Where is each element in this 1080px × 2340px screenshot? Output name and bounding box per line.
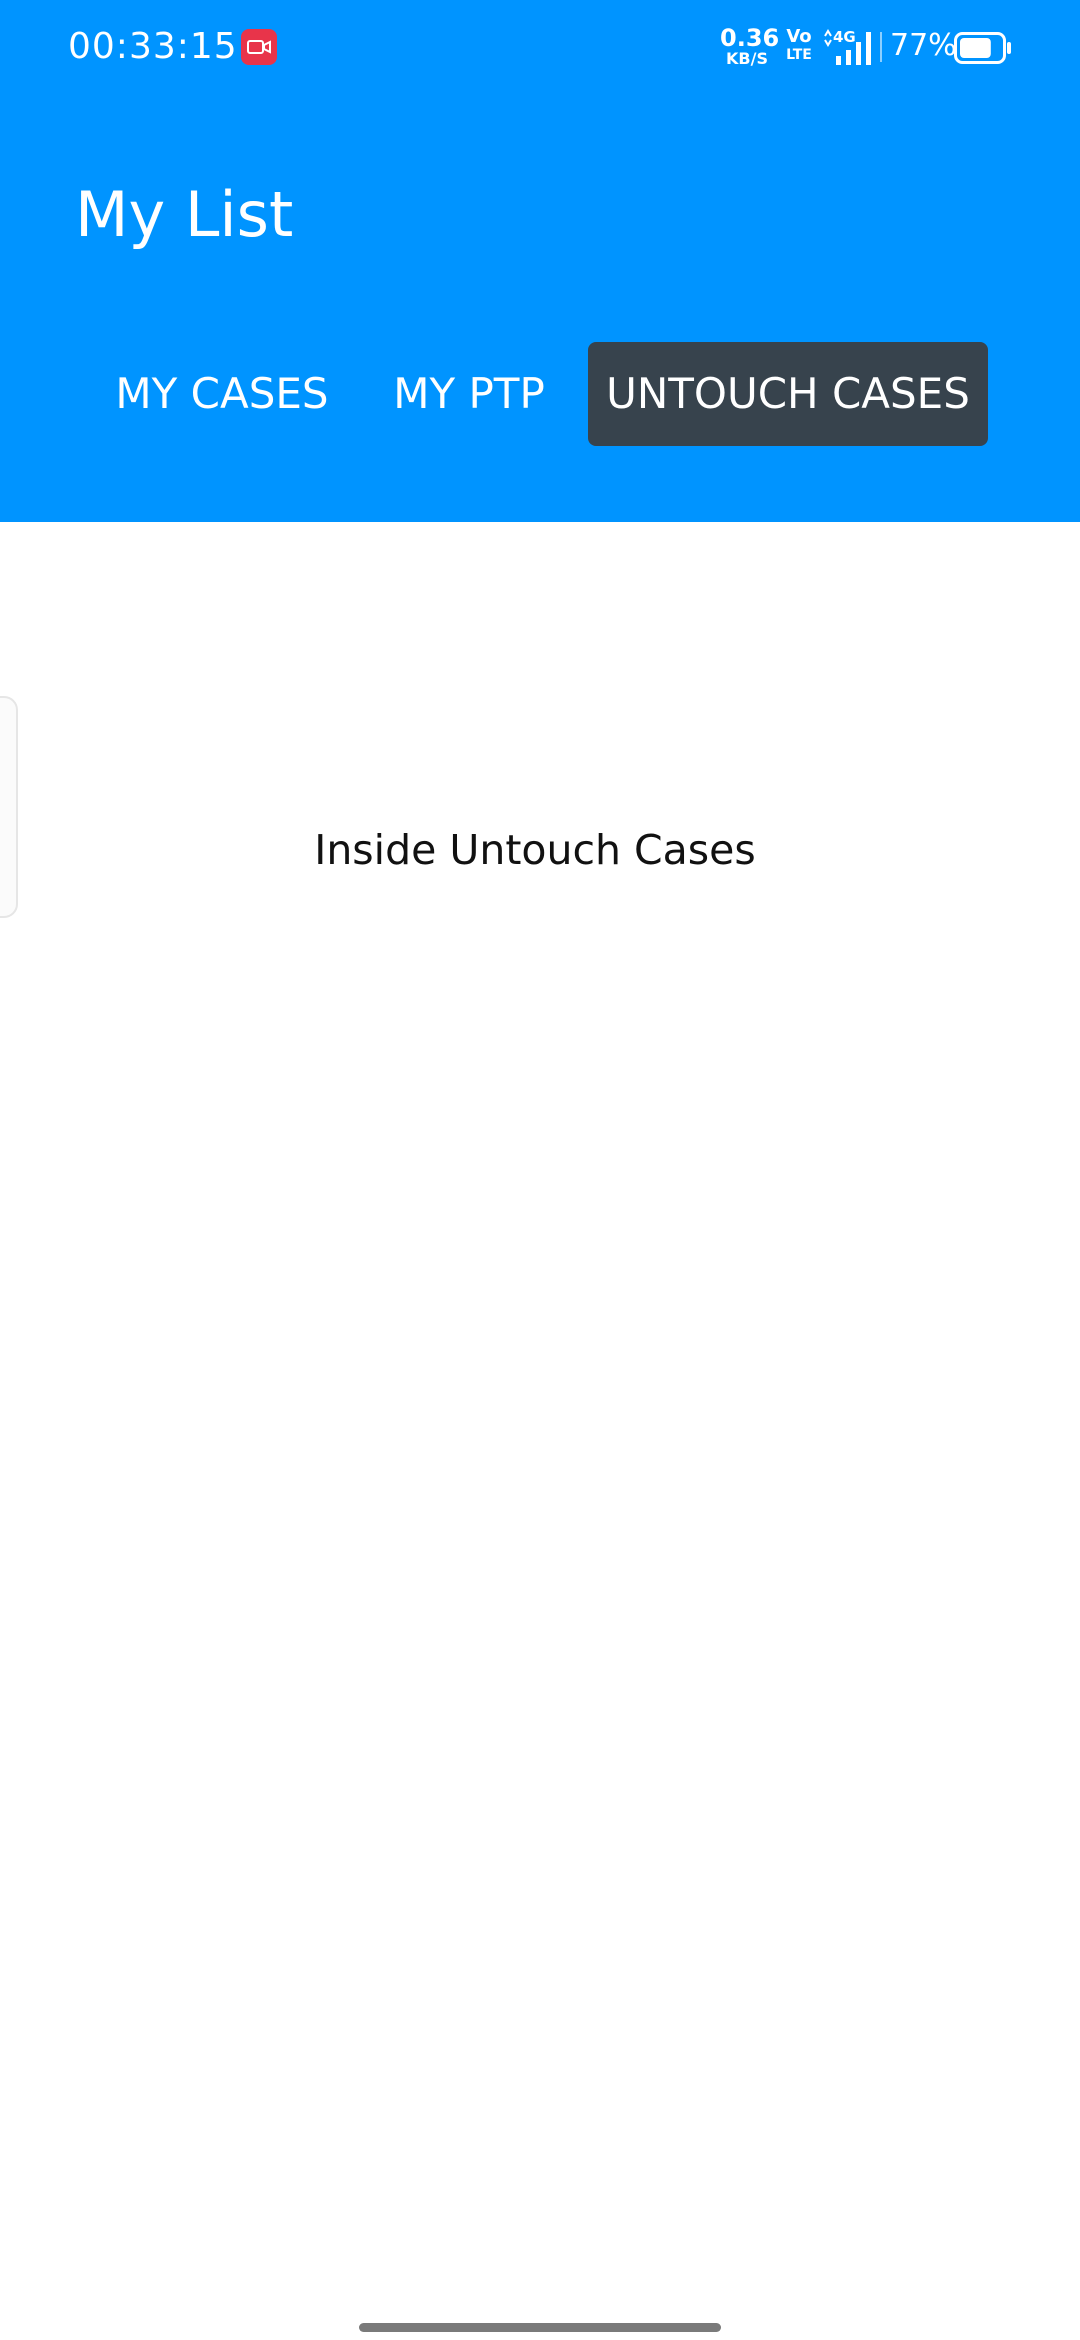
tab-bar: MY CASES MY PTP UNTOUCH CASES — [0, 342, 1080, 446]
status-time: 00:33:15 — [68, 26, 238, 67]
side-drawer-handle[interactable] — [0, 696, 18, 918]
volte-bottom: LTE — [786, 47, 812, 63]
status-divider — [880, 32, 882, 62]
network-speed-unit: KB/S — [726, 49, 768, 68]
screen: 00:33:15 0.36 KB/S Vo LTE 4G 77% My List… — [0, 0, 1080, 2340]
volte-indicator: Vo LTE — [786, 26, 812, 63]
header: 00:33:15 0.36 KB/S Vo LTE 4G 77% My List… — [0, 0, 1080, 522]
content-message: Inside Untouch Cases — [314, 826, 756, 874]
home-indicator[interactable] — [359, 2323, 721, 2332]
network-speed: 0.36 KB/S — [720, 24, 780, 68]
battery-percent: 77% — [890, 28, 957, 63]
network-type-label: 4G — [833, 28, 856, 46]
volte-top: Vo — [786, 26, 812, 47]
tab-my-ptp[interactable]: MY PTP — [372, 342, 566, 446]
screen-record-icon — [241, 29, 277, 65]
status-bar: 00:33:15 0.36 KB/S Vo LTE 4G 77% — [0, 0, 1080, 96]
page-title: My List — [75, 178, 294, 251]
battery-icon — [954, 32, 1011, 64]
signal-icon: 4G — [824, 28, 871, 65]
tab-my-cases[interactable]: MY CASES — [100, 342, 344, 446]
tab-untouch-cases[interactable]: UNTOUCH CASES — [588, 342, 988, 446]
network-speed-value: 0.36 — [720, 24, 780, 52]
